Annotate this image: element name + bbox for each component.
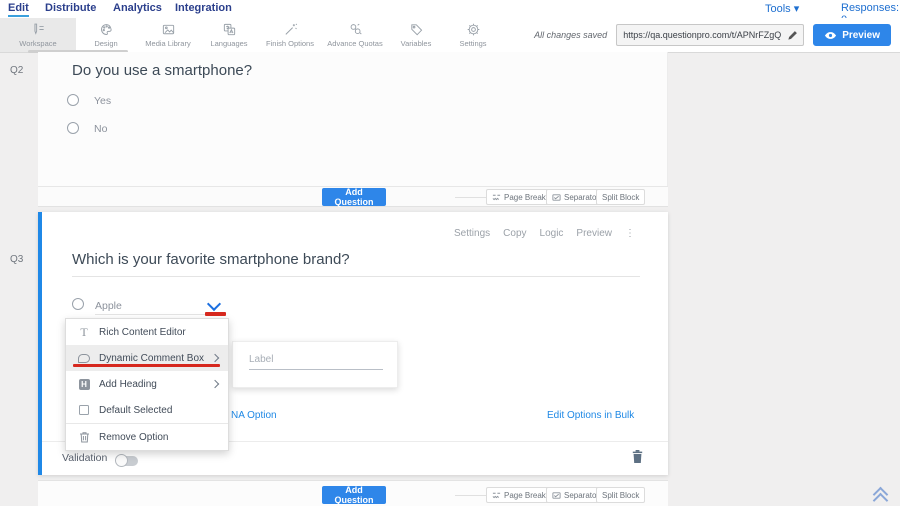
annotation-underline-menu-item xyxy=(73,364,220,367)
text-icon: T xyxy=(76,326,92,338)
comment-label-input[interactable] xyxy=(249,352,383,370)
variables-icon xyxy=(409,22,424,37)
q3-header-links: Settings Copy Logic Preview ⋮ xyxy=(430,228,635,239)
design-icon xyxy=(99,22,114,37)
option-context-menu: T Rich Content Editor Dynamic Comment Bo… xyxy=(65,318,229,451)
separator-icon xyxy=(552,193,561,202)
q2-option-yes-radio[interactable] xyxy=(67,94,79,106)
add-question-bar-top: Add Question Page Break Separator Split … xyxy=(38,186,668,207)
separator-icon xyxy=(552,491,561,500)
q3-option-underline xyxy=(95,314,207,315)
checkbox-icon xyxy=(76,405,92,415)
page-break-button[interactable]: Page Break xyxy=(486,189,552,205)
page-break-icon xyxy=(492,491,501,500)
nav-tab-distribute[interactable]: Distribute xyxy=(45,2,96,14)
question-card-q2: Do you use a smartphone? Yes No xyxy=(38,52,668,186)
validation-toggle[interactable] xyxy=(117,456,138,466)
toolbar-tabs: Workspace Design Media Library Languages xyxy=(0,18,502,52)
languages-icon xyxy=(222,22,237,37)
heading-icon: H xyxy=(76,379,92,390)
q2-option-yes-label[interactable]: Yes xyxy=(94,95,111,107)
kebab-menu-icon[interactable]: ⋮ xyxy=(625,229,635,239)
menu-item-dynamic-comment-box[interactable]: Dynamic Comment Box xyxy=(66,345,228,371)
top-nav: Edit Distribute Analytics Integration To… xyxy=(0,0,900,19)
menu-item-remove-option[interactable]: Remove Option xyxy=(66,423,228,450)
q3-logic-link[interactable]: Logic xyxy=(540,228,564,239)
trash-icon xyxy=(76,431,92,443)
q3-option-apple-label[interactable]: Apple xyxy=(95,300,122,312)
q2-option-no-label[interactable]: No xyxy=(94,123,107,135)
toolbar-tab-variables[interactable]: Variables xyxy=(388,18,444,52)
add-question-button[interactable]: Add Question xyxy=(322,486,386,504)
toolbar-tab-media-library[interactable]: Media Library xyxy=(136,18,200,52)
split-block-button[interactable]: Split Block xyxy=(596,189,645,205)
editor-toolbar: Workspace Design Media Library Languages xyxy=(0,18,900,53)
q3-preview-link[interactable]: Preview xyxy=(576,228,612,239)
autosave-status: All changes saved xyxy=(534,30,607,40)
page-break-button[interactable]: Page Break xyxy=(486,487,552,503)
toolbar-tab-design[interactable]: Design xyxy=(76,18,136,52)
q3-title[interactable]: Which is your favorite smartphone brand? xyxy=(72,251,350,268)
nav-tab-edit[interactable]: Edit xyxy=(8,2,29,17)
workspace-icon xyxy=(31,22,46,37)
survey-editor-page: Edit Distribute Analytics Integration To… xyxy=(0,0,900,506)
finish-options-icon xyxy=(283,22,298,37)
caret-down-icon: ▾ xyxy=(794,3,800,15)
toolbar-tab-settings[interactable]: Settings xyxy=(444,18,502,52)
preview-button[interactable]: Preview xyxy=(813,24,891,46)
media-library-icon xyxy=(161,22,176,37)
toolbar-tab-languages[interactable]: Languages xyxy=(200,18,258,52)
scroll-to-top-button[interactable] xyxy=(872,487,890,505)
toolbar-tab-advance-quotas[interactable]: Advance Quotas xyxy=(322,18,388,52)
annotation-underline-chevron xyxy=(205,312,226,316)
toolbar-right: All changes saved Preview xyxy=(534,18,891,52)
question-number-q3: Q3 xyxy=(10,254,23,265)
add-question-bar-bottom: Add Question Page Break Separator Split … xyxy=(38,480,668,506)
nav-tab-integration[interactable]: Integration xyxy=(175,2,232,14)
menu-item-rich-content-editor[interactable]: T Rich Content Editor xyxy=(66,319,228,345)
comment-box-label-panel xyxy=(232,341,398,388)
advance-quotas-icon xyxy=(348,22,363,37)
delete-question-trash-icon[interactable] xyxy=(631,449,644,469)
q3-settings-link[interactable]: Settings xyxy=(454,228,490,239)
q3-title-underline xyxy=(72,276,640,277)
survey-url-input[interactable] xyxy=(617,30,787,40)
q3-copy-link[interactable]: Copy xyxy=(503,228,526,239)
comment-icon xyxy=(76,354,92,363)
settings-icon xyxy=(466,22,481,37)
q2-title[interactable]: Do you use a smartphone? xyxy=(72,62,252,79)
nav-tab-analytics[interactable]: Analytics xyxy=(113,2,162,14)
chevron-right-icon xyxy=(211,380,219,388)
validation-label: Validation xyxy=(62,452,107,464)
eye-icon xyxy=(824,31,837,40)
survey-url-box xyxy=(616,24,804,46)
toolbar-tab-workspace[interactable]: Workspace xyxy=(0,18,76,52)
na-option-link[interactable]: NA Option xyxy=(231,410,277,421)
question-number-q2: Q2 xyxy=(10,65,23,76)
edit-options-in-bulk-link[interactable]: Edit Options in Bulk xyxy=(547,410,634,421)
add-question-button[interactable]: Add Question xyxy=(322,188,386,206)
page-break-icon xyxy=(492,193,501,202)
menu-item-add-heading[interactable]: H Add Heading xyxy=(66,371,228,397)
q2-option-no-radio[interactable] xyxy=(67,122,79,134)
split-block-button[interactable]: Split Block xyxy=(596,487,645,503)
tools-menu[interactable]: Tools ▾ xyxy=(765,2,799,15)
chevron-right-icon xyxy=(211,354,219,362)
edit-url-pencil-icon[interactable] xyxy=(787,30,798,41)
toggle-knob xyxy=(115,454,128,467)
menu-item-default-selected[interactable]: Default Selected xyxy=(66,397,228,423)
q3-option-apple-radio[interactable] xyxy=(72,298,84,310)
toolbar-tab-finish-options[interactable]: Finish Options xyxy=(258,18,322,52)
